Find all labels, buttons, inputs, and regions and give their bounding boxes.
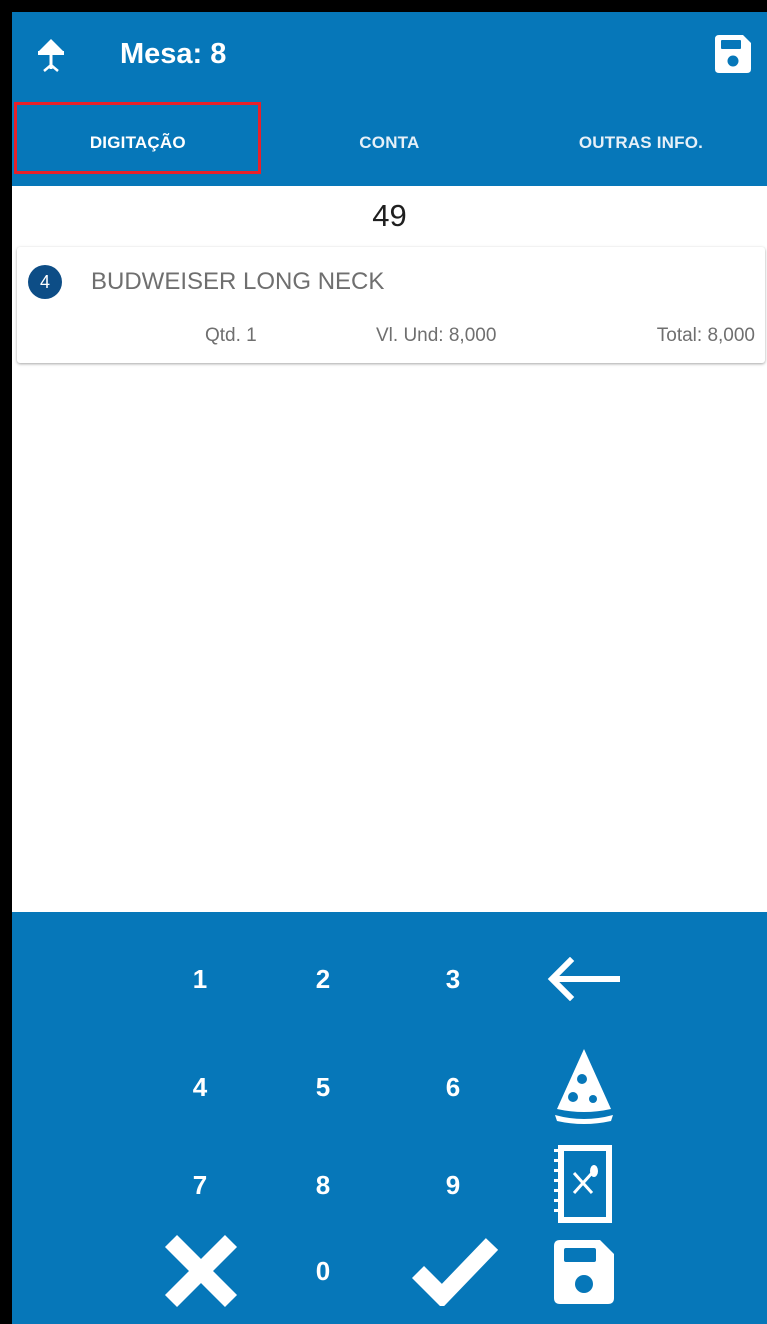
list-item[interactable]: 4 BUDWEISER LONG NECK Qtd. 1 Vl. Und: 8,… — [17, 247, 765, 363]
page-title: Mesa: 8 — [120, 38, 227, 70]
menu-book-icon[interactable] — [546, 1140, 622, 1228]
key-1[interactable]: 1 — [165, 944, 235, 1014]
tab-digitacao[interactable]: DIGITAÇÃO — [12, 100, 264, 186]
key-4[interactable]: 4 — [165, 1052, 235, 1122]
save-icon[interactable] — [713, 33, 753, 75]
app-screen: Mesa: 8 DIGITAÇÃO CONTA OUTRAS INFO. 49 … — [12, 12, 767, 1324]
item-total: Total: 8,000 — [656, 325, 755, 346]
tab-bar: DIGITAÇÃO CONTA OUTRAS INFO. — [12, 100, 767, 186]
key-0[interactable]: 0 — [288, 1236, 358, 1306]
confirm-check-icon[interactable] — [410, 1226, 500, 1316]
key-2[interactable]: 2 — [288, 944, 358, 1014]
item-name: BUDWEISER LONG NECK — [91, 268, 385, 295]
tab-conta[interactable]: CONTA — [264, 100, 516, 186]
tab-label: CONTA — [359, 133, 420, 152]
key-3[interactable]: 3 — [418, 944, 488, 1014]
key-5[interactable]: 5 — [288, 1052, 358, 1122]
back-arrow-icon[interactable] — [544, 944, 624, 1014]
key-8[interactable]: 8 — [288, 1150, 358, 1220]
item-number-badge: 4 — [28, 265, 62, 299]
key-6[interactable]: 6 — [418, 1052, 488, 1122]
item-unit-price: Vl. Und: 8,000 — [376, 325, 497, 346]
tab-label: OUTRAS INFO. — [578, 133, 704, 152]
code-input-display: 49 — [372, 198, 407, 233]
tab-highlight — [14, 102, 261, 174]
app-bar: Mesa: 8 — [12, 12, 767, 100]
table-icon[interactable] — [36, 37, 66, 73]
item-quantity: Qtd. 1 — [205, 325, 257, 346]
save-icon[interactable] — [546, 1232, 622, 1312]
key-7[interactable]: 7 — [165, 1150, 235, 1220]
tab-outras-info[interactable]: OUTRAS INFO. — [515, 100, 767, 186]
key-9[interactable]: 9 — [418, 1150, 488, 1220]
pizza-icon[interactable] — [544, 1042, 624, 1128]
cancel-icon[interactable] — [156, 1226, 246, 1316]
numeric-keypad: 1 2 3 4 5 6 7 8 9 0 — [12, 912, 767, 1324]
